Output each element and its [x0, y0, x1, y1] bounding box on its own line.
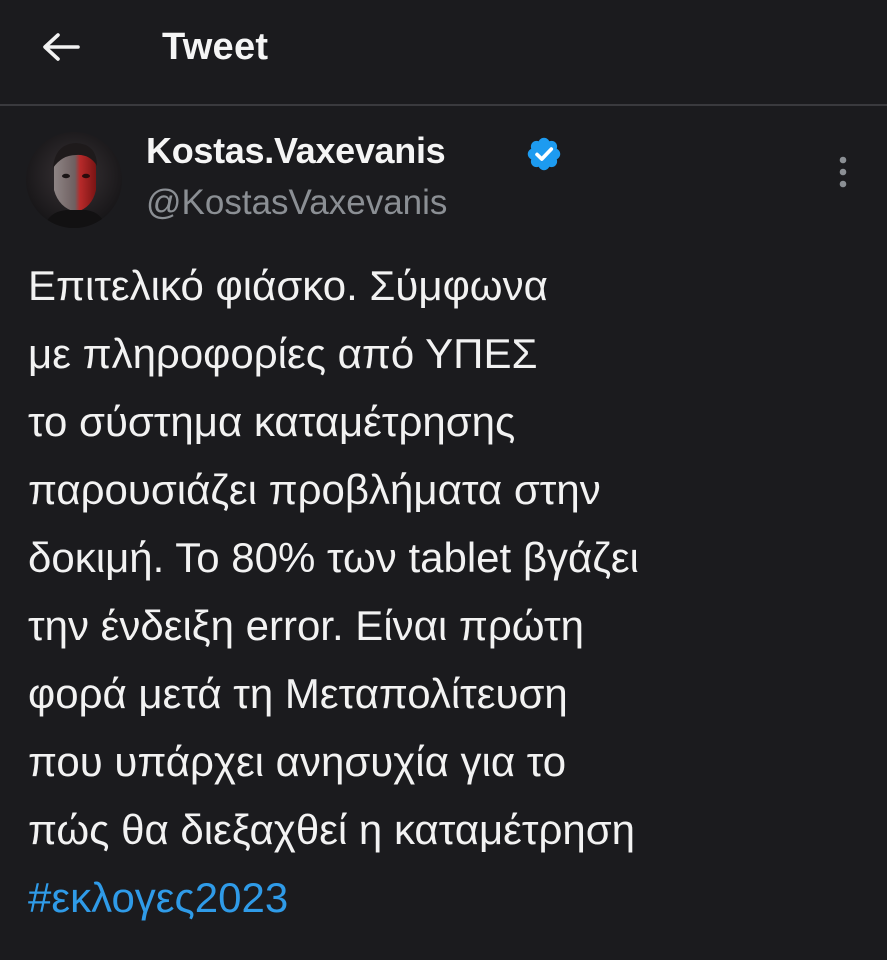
tweet-text-line: Επιτελικό φιάσκο. Σύμφωνα	[28, 262, 548, 309]
hashtag-link[interactable]: #εκλογες2023	[28, 864, 288, 932]
tweet-text-line: με πληροφορίες από ΥΠΕΣ	[28, 330, 538, 377]
page-title: Tweet	[162, 26, 269, 68]
top-bar: Tweet	[0, 0, 887, 106]
more-options-button[interactable]	[826, 150, 860, 194]
back-button[interactable]	[30, 22, 92, 72]
tweet-text: Επιτελικό φιάσκο. Σύμφωνα με πληροφορίες…	[28, 252, 878, 932]
tweet-text-line: φορά μετά τη Μεταπολίτευση	[28, 670, 568, 717]
more-vertical-icon	[839, 156, 847, 188]
tweet-text-line: το σύστημα καταμέτρησης	[28, 398, 516, 445]
avatar[interactable]	[26, 132, 122, 228]
tweet-text-line: δοκιμή. Το 80% των tablet βγάζει	[28, 534, 639, 581]
tweet-text-line: που υπάρχει ανησυχία για το	[28, 738, 567, 785]
author-handle[interactable]: @KostasVaxevanis	[146, 183, 447, 223]
verified-badge-icon	[527, 137, 561, 171]
tweet-text-line: παρουσιάζει προβλήματα στην	[28, 466, 601, 513]
author-display-name[interactable]: Kostas.Vaxevanis	[146, 130, 446, 172]
tweet-text-line: την ένδειξη error. Είναι πρώτη	[28, 602, 584, 649]
profile-photo-icon	[26, 132, 122, 228]
arrow-left-icon	[43, 33, 80, 61]
tweet-text-line: πώς θα διεξαχθεί η καταμέτρηση	[28, 806, 636, 853]
